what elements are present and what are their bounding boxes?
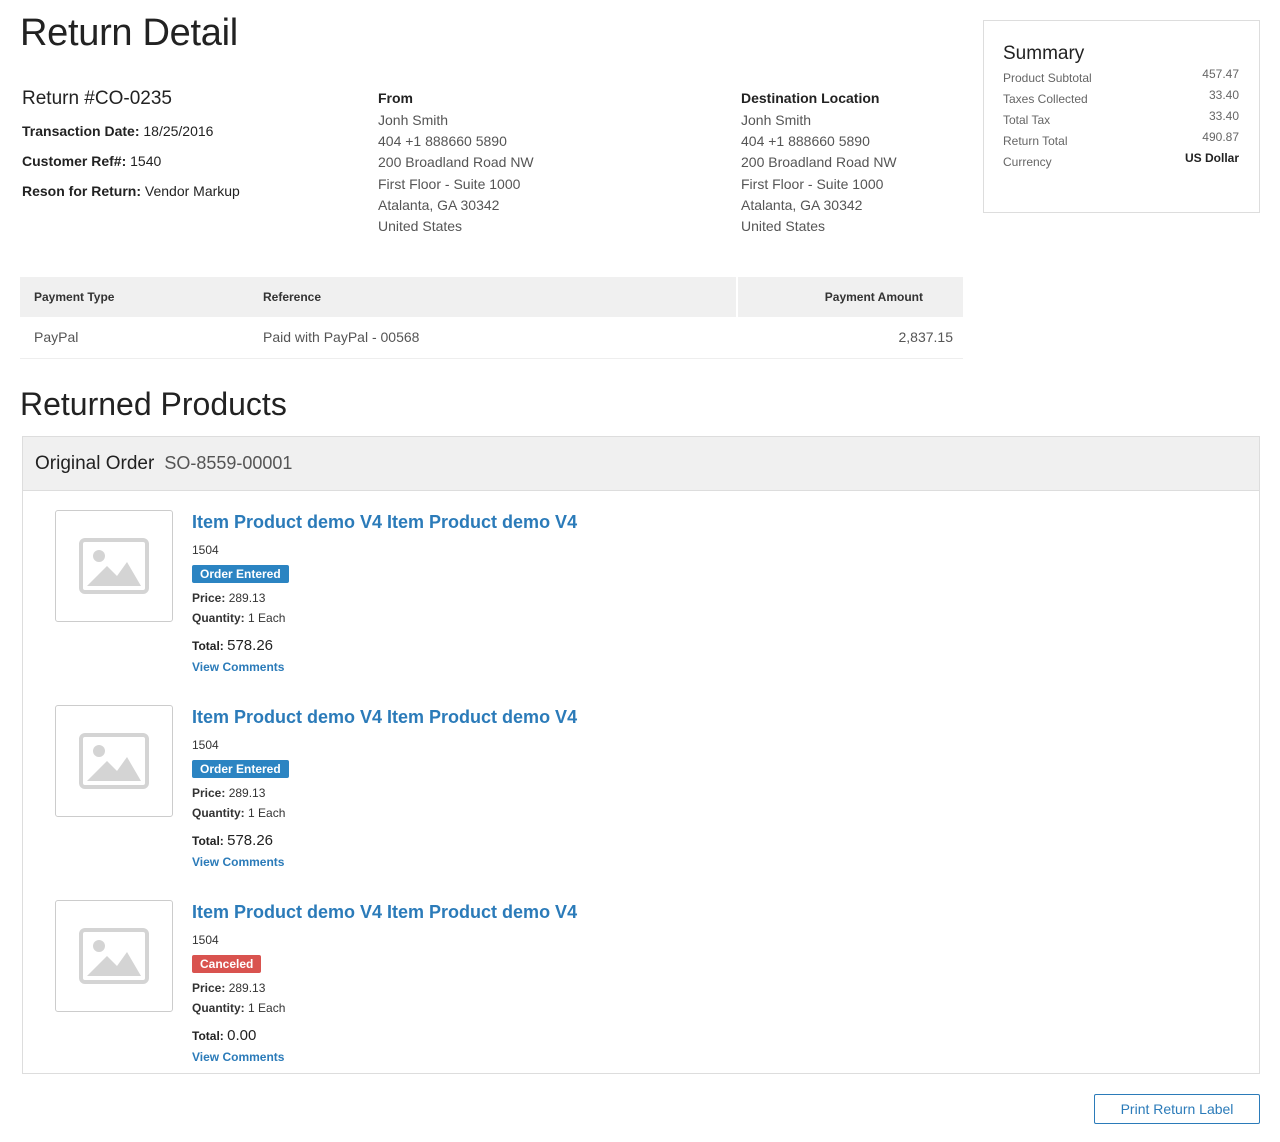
summary-label: Total Tax xyxy=(1003,112,1051,127)
address-line: First Floor - Suite 1000 xyxy=(378,175,521,192)
product-name-link[interactable]: Item Product demo V4 Item Product demo V… xyxy=(192,902,577,923)
product-quantity: Quantity: 1 Each xyxy=(192,806,286,820)
original-order-header: Original Order SO-8559-00001 xyxy=(23,437,1259,491)
product-sku: 1504 xyxy=(192,738,219,752)
table-row: PayPal Paid with PayPal - 00568 2,837.15 xyxy=(20,317,963,359)
product-info: Item Product demo V4 Item Product demo V… xyxy=(192,510,577,674)
product-name-link[interactable]: Item Product demo V4 Item Product demo V… xyxy=(192,707,577,728)
view-comments-link[interactable]: View Comments xyxy=(192,1050,577,1064)
summary-row-total-tax: Total Tax 33.40 xyxy=(1003,109,1239,130)
summary-value: 33.40 xyxy=(1208,108,1239,123)
product-quantity: Quantity: 1 Each xyxy=(192,611,286,625)
product-sku: 1504 xyxy=(192,933,219,947)
address-line: Jonh Smith xyxy=(378,112,449,128)
product-info: Item Product demo V4 Item Product demo V… xyxy=(192,705,577,869)
product-price: Price: 289.13 xyxy=(192,981,266,995)
destination-address: Destination Location Jonh Smith 404 +1 8… xyxy=(741,90,961,237)
return-info: Return #CO-0235 Transaction Date: 18/25/… xyxy=(22,88,352,206)
customer-ref: Customer Ref#: 1540 xyxy=(22,153,162,169)
product-price: Price: 289.13 xyxy=(192,591,266,605)
status-badge: Canceled xyxy=(192,955,262,973)
product-item: Item Product demo V4 Item Product demo V… xyxy=(55,510,855,700)
product-thumbnail xyxy=(55,510,173,622)
product-info: Item Product demo V4 Item Product demo V… xyxy=(192,900,577,1064)
original-order-number: SO-8559-00001 xyxy=(164,453,293,473)
view-comments-link[interactable]: View Comments xyxy=(192,855,577,869)
payment-table: Payment Type Reference Payment Amount Pa… xyxy=(20,277,963,359)
from-address: From Jonh Smith 404 +1 888660 5890 200 B… xyxy=(378,90,598,237)
product-total: Total: 578.26 xyxy=(192,637,274,654)
address-line: 404 +1 888660 5890 xyxy=(741,133,870,150)
address-line: Jonh Smith xyxy=(741,112,812,128)
return-reason: Reson for Return: Vendor Markup xyxy=(22,183,240,199)
summary-value: 33.40 xyxy=(1208,87,1239,102)
view-comments-link[interactable]: View Comments xyxy=(192,660,577,674)
print-return-label-button[interactable]: Print Return Label xyxy=(1094,1094,1260,1124)
product-item: Item Product demo V4 Item Product demo V… xyxy=(55,900,855,1090)
summary-row-taxes-collected: Taxes Collected 33.40 xyxy=(1003,88,1239,109)
summary-row-currency: Currency US Dollar xyxy=(1003,151,1239,173)
summary-value: US Dollar xyxy=(1184,151,1239,166)
returned-products-title: Returned Products xyxy=(20,386,287,422)
product-item: Item Product demo V4 Item Product demo V… xyxy=(55,705,855,895)
product-price: Price: 289.13 xyxy=(192,786,266,800)
product-thumbnail xyxy=(55,705,173,817)
column-header-payment-type: Payment Type xyxy=(20,277,249,317)
address-line: 200 Broadland Road NW xyxy=(378,154,534,171)
page-title: Return Detail xyxy=(20,12,238,54)
address-line: First Floor - Suite 1000 xyxy=(741,175,884,192)
product-quantity: Quantity: 1 Each xyxy=(192,1001,286,1015)
summary-value: 490.87 xyxy=(1202,130,1239,145)
image-placeholder-icon xyxy=(79,733,149,789)
product-name-link[interactable]: Item Product demo V4 Item Product demo V… xyxy=(192,512,577,533)
product-total: Total: 578.26 xyxy=(192,832,274,849)
product-thumbnail xyxy=(55,900,173,1012)
from-title: From xyxy=(378,90,413,106)
address-line: Atalanta, GA 30342 xyxy=(741,196,863,213)
status-badge: Order Entered xyxy=(192,760,289,778)
address-line: Atalanta, GA 30342 xyxy=(378,196,500,213)
image-placeholder-icon xyxy=(79,538,149,594)
summary-row-product-subtotal: Product Subtotal 457.47 xyxy=(1003,67,1239,88)
product-total: Total: 0.00 xyxy=(192,1027,257,1044)
destination-title: Destination Location xyxy=(741,90,880,106)
payment-type-cell: PayPal xyxy=(20,317,249,359)
summary-panel: Summary Product Subtotal 457.47 Taxes Co… xyxy=(983,20,1260,213)
summary-label: Taxes Collected xyxy=(1003,91,1088,106)
image-placeholder-icon xyxy=(79,928,149,984)
product-sku: 1504 xyxy=(192,543,219,557)
payment-table-header: Payment Type Reference Payment Amount xyxy=(20,277,963,317)
summary-label: Product Subtotal xyxy=(1003,70,1092,85)
transaction-date: Transaction Date: 18/25/2016 xyxy=(22,123,214,139)
status-badge: Order Entered xyxy=(192,565,289,583)
address-line: United States xyxy=(741,218,826,235)
summary-title: Summary xyxy=(1003,43,1085,64)
summary-label: Currency xyxy=(1003,155,1052,170)
summary-value: 457.47 xyxy=(1202,66,1239,81)
return-number: Return #CO-0235 xyxy=(22,88,172,109)
original-order-panel: Original Order SO-8559-00001 Item Produc… xyxy=(22,436,1260,1074)
column-header-payment-amount: Payment Amount xyxy=(736,277,963,317)
address-line: 404 +1 888660 5890 xyxy=(378,133,507,150)
column-header-reference: Reference xyxy=(249,277,737,317)
summary-row-return-total: Return Total 490.87 xyxy=(1003,130,1239,152)
reference-cell: Paid with PayPal - 00568 xyxy=(249,317,737,359)
payment-amount-cell: 2,837.15 xyxy=(737,317,963,359)
original-order-label: Original Order xyxy=(35,452,155,474)
summary-label: Return Total xyxy=(1003,134,1068,149)
address-line: 200 Broadland Road NW xyxy=(741,154,897,171)
address-line: United States xyxy=(378,218,463,235)
